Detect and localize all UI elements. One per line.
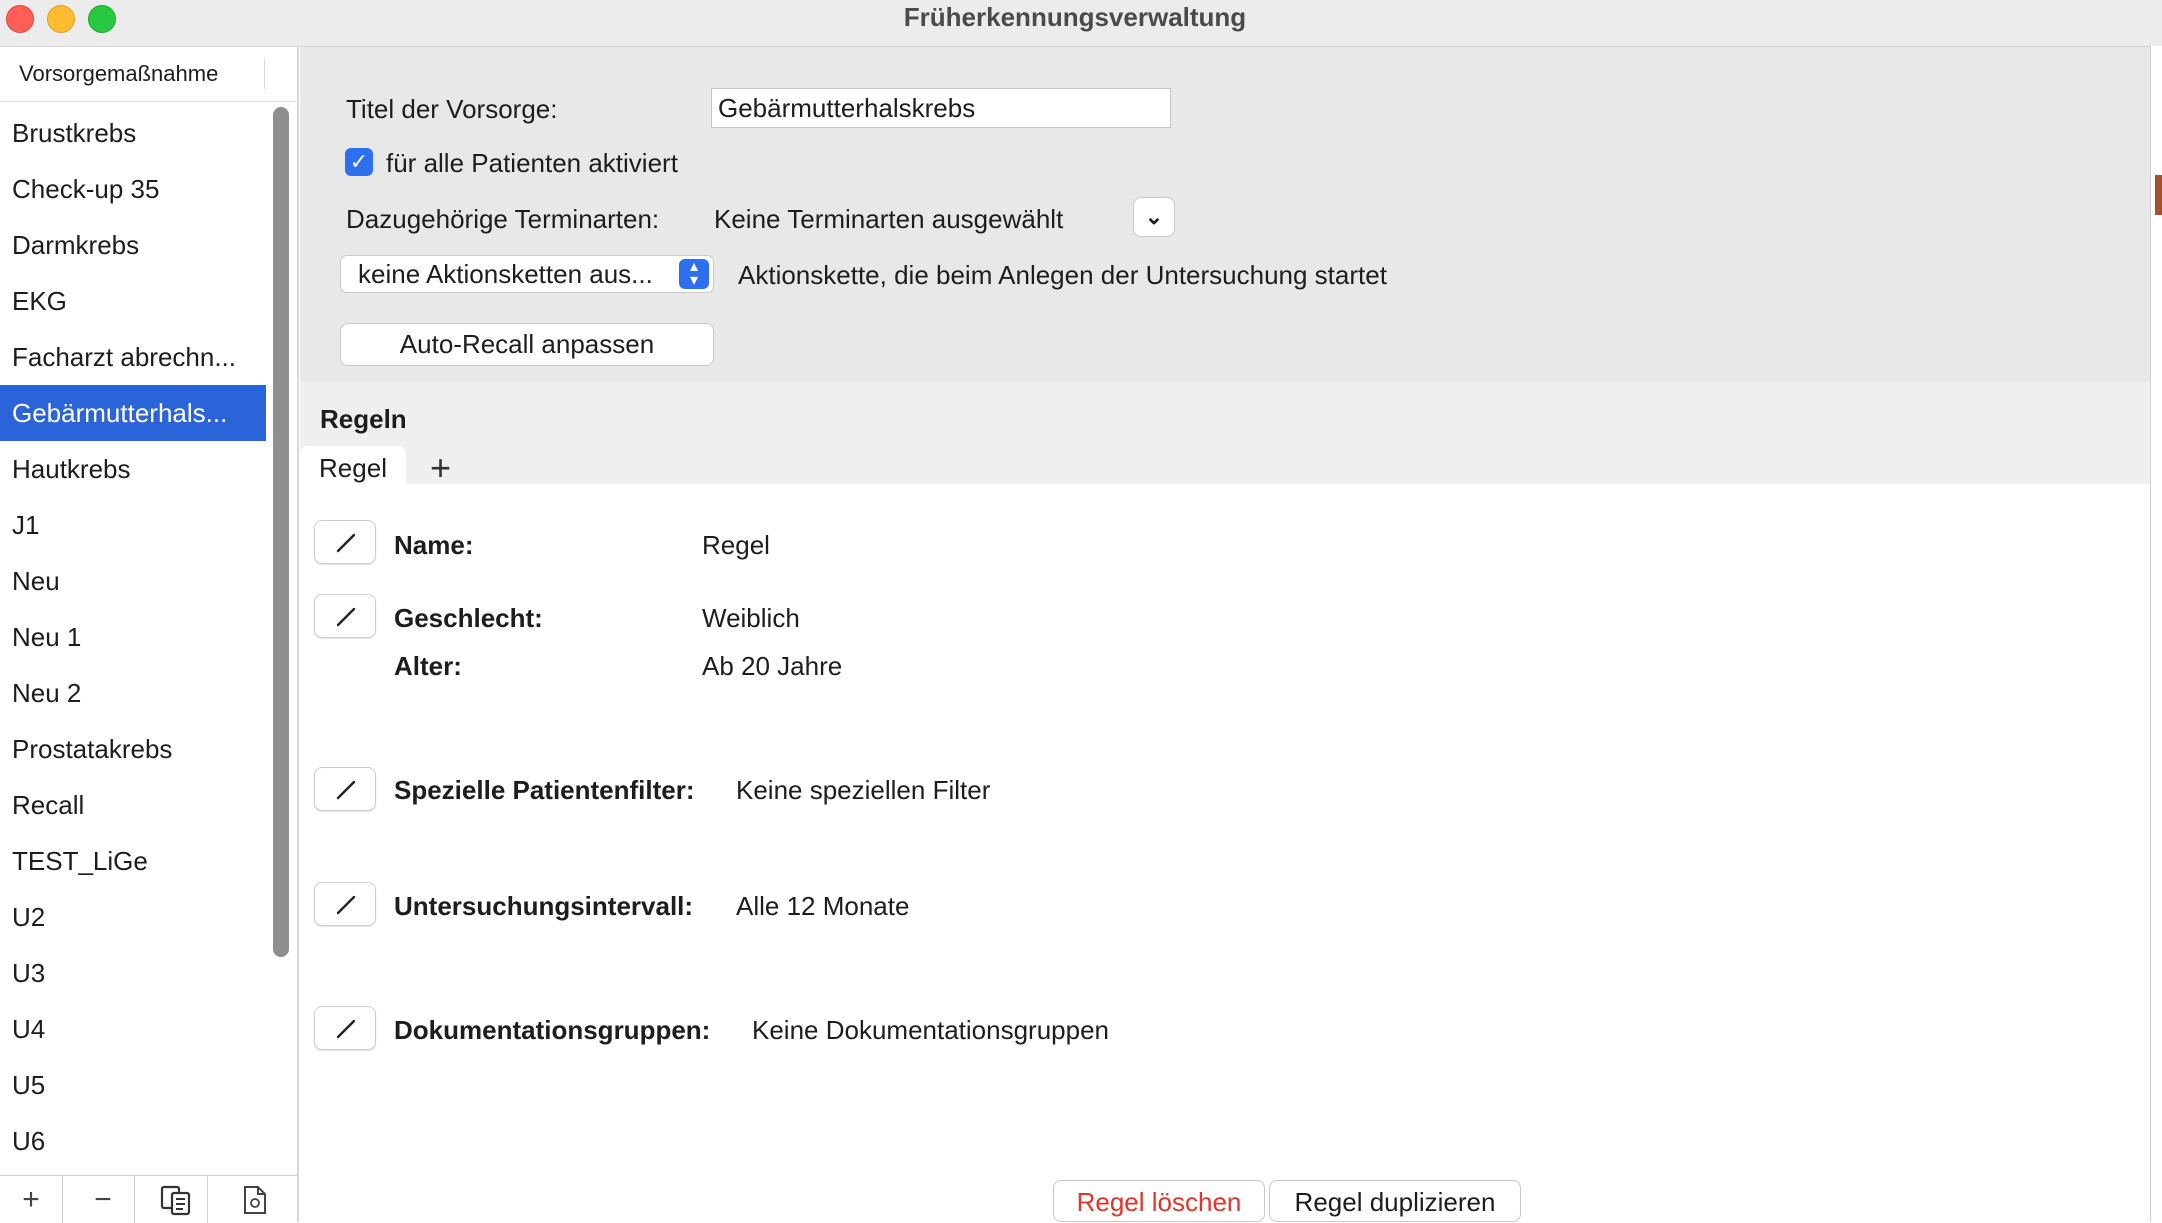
sidebar-item-u5[interactable]: U5 (0, 1057, 266, 1113)
sidebar-item-brustkrebs[interactable]: Brustkrebs (0, 105, 266, 161)
delete-rule-button[interactable]: Regel löschen (1053, 1180, 1265, 1222)
sidebar-item-u3[interactable]: U3 (0, 945, 266, 1001)
sidebar-list: Brustkrebs Check-up 35 Darmkrebs EKG Fac… (0, 103, 267, 1168)
copy-button[interactable] (145, 1176, 208, 1223)
sidebar-scrollbar[interactable] (273, 107, 289, 957)
action-chain-description: Aktionskette, die beim Anlegen der Unter… (738, 260, 1387, 290)
sidebar-item-hautkrebs[interactable]: Hautkrebs (0, 441, 266, 497)
name-label: Name: (394, 530, 474, 560)
window-title: Früherkennungsverwaltung (903, 2, 1247, 32)
edit-documentation-groups-button[interactable] (314, 1006, 376, 1050)
window-right-edge (2150, 46, 2162, 1222)
tab-regel[interactable]: Regel (300, 446, 406, 486)
sidebar-item-neu-1[interactable]: Neu 1 (0, 609, 266, 665)
gender-label: Geschlecht: (394, 603, 543, 633)
minus-icon: − (94, 1182, 112, 1216)
sidebar-item-ekg[interactable]: EKG (0, 273, 266, 329)
interval-value: Alle 12 Monate (736, 891, 910, 921)
rules-heading: Regeln (320, 404, 407, 434)
updown-arrows-icon: ▴ ▾ (679, 259, 709, 289)
patient-filter-value: Keine speziellen Filter (736, 775, 991, 805)
name-value: Regel (702, 530, 770, 560)
sidebar-item-neu-2[interactable]: Neu 2 (0, 665, 266, 721)
plus-icon: + (22, 1182, 40, 1216)
sidebar-item-j1[interactable]: J1 (0, 497, 266, 553)
import-button[interactable] (224, 1176, 286, 1223)
activate-checkbox[interactable]: ✓ (345, 148, 373, 176)
age-label: Alter: (394, 651, 462, 681)
gender-value: Weiblich (702, 603, 800, 633)
sidebar-item-check-up-35[interactable]: Check-up 35 (0, 161, 266, 217)
sidebar-item-neu[interactable]: Neu (0, 553, 266, 609)
pencil-icon (336, 607, 356, 627)
remove-button[interactable]: − (72, 1176, 135, 1223)
edit-patient-filter-button[interactable] (314, 767, 376, 811)
sidebar-item-facharzt[interactable]: Facharzt abrechn... (0, 329, 266, 385)
edit-name-button[interactable] (314, 520, 376, 564)
sidebar-item-test-lige[interactable]: TEST_LiGe (0, 833, 266, 889)
sidebar-item-u2[interactable]: U2 (0, 889, 266, 945)
appointment-types-value: Keine Terminarten ausgewählt (714, 204, 1064, 234)
column-separator (264, 59, 265, 89)
title-label: Titel der Vorsorge: (346, 94, 558, 124)
patient-filter-label: Spezielle Patientenfilter: (394, 775, 695, 805)
sidebar-item-darmkrebs[interactable]: Darmkrebs (0, 217, 266, 273)
copy-icon (160, 1185, 191, 1215)
chevron-down-icon: ⌄ (1144, 204, 1164, 229)
documentation-groups-value: Keine Dokumentationsgruppen (752, 1015, 1110, 1045)
title-input[interactable]: Gebärmutterhalskrebs (711, 88, 1171, 128)
checkmark-icon: ✓ (349, 149, 369, 174)
sidebar-column-header[interactable]: Vorsorgemaßnahme (0, 47, 297, 102)
background-window-edge (2155, 175, 2162, 215)
activate-checkbox-label: für alle Patienten aktiviert (386, 148, 678, 178)
action-chain-value: keine Aktionsketten aus... (358, 259, 653, 289)
add-button[interactable]: + (0, 1176, 63, 1223)
duplicate-rule-button[interactable]: Regel duplizieren (1269, 1180, 1521, 1222)
edit-gender-age-button[interactable] (314, 594, 376, 638)
rules-header-area (300, 382, 2150, 484)
edit-interval-button[interactable] (314, 882, 376, 926)
appointment-types-label: Dazugehörige Terminarten: (346, 204, 660, 234)
sidebar-item-u6[interactable]: U6 (0, 1113, 266, 1168)
plus-icon: + (430, 447, 452, 488)
document-icon (244, 1185, 266, 1214)
add-rule-tab-button[interactable]: + (430, 446, 451, 490)
pencil-icon (336, 895, 356, 915)
documentation-groups-label: Dokumentationsgruppen: (394, 1015, 711, 1045)
sidebar-item-prostatakrebs[interactable]: Prostatakrebs (0, 721, 266, 777)
age-value: Ab 20 Jahre (702, 651, 843, 681)
action-chain-select[interactable]: keine Aktionsketten aus... ▴ ▾ (340, 255, 714, 293)
pencil-icon (336, 780, 356, 800)
sidebar-item-u4[interactable]: U4 (0, 1001, 266, 1057)
sidebar-item-gebaermutterhals[interactable]: Gebärmutterhals... (0, 385, 266, 441)
pencil-icon (336, 1019, 356, 1039)
appointment-types-dropdown[interactable]: ⌄ (1133, 197, 1175, 237)
sidebar-header-label: Vorsorgemaßnahme (19, 61, 219, 86)
sidebar: Vorsorgemaßnahme Brustkrebs Check-up 35 … (0, 47, 299, 1223)
pencil-icon (336, 533, 356, 553)
auto-recall-button[interactable]: Auto-Recall anpassen (340, 323, 714, 366)
interval-label: Untersuchungsintervall: (394, 891, 694, 921)
sidebar-toolbar: + − (0, 1175, 297, 1223)
window-titlebar: Früherkennungsverwaltung (0, 0, 2162, 47)
sidebar-item-recall[interactable]: Recall (0, 777, 266, 833)
